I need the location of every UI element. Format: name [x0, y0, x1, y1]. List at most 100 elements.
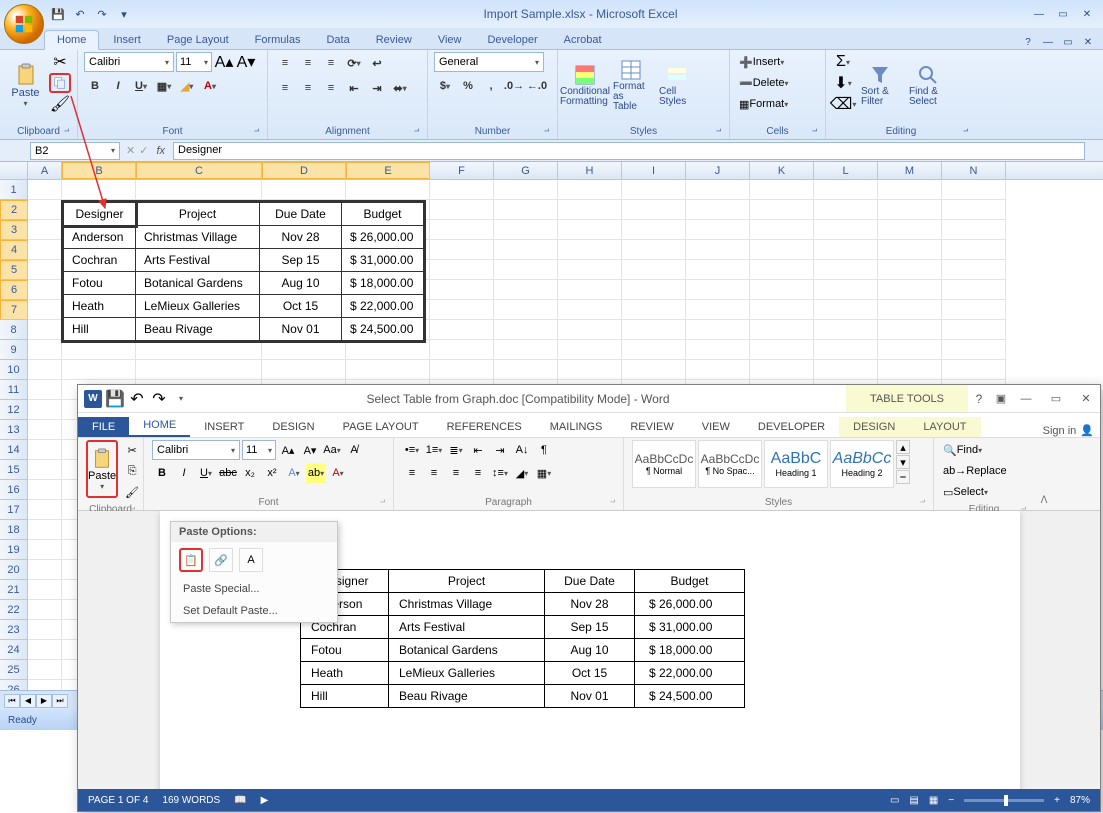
- cell[interactable]: [942, 320, 1006, 340]
- row-header[interactable]: 11: [0, 380, 28, 400]
- col-header[interactable]: A: [28, 162, 62, 179]
- align-bottom-icon[interactable]: ≡: [320, 52, 342, 74]
- sheet-prev-icon[interactable]: ◀: [20, 694, 36, 708]
- style-heading1[interactable]: AaBbCHeading 1: [764, 440, 828, 488]
- table-cell[interactable]: Sep 15: [545, 616, 635, 639]
- col-header[interactable]: L: [814, 162, 878, 179]
- view-web-icon[interactable]: ▦: [929, 795, 938, 806]
- table-cell[interactable]: Heath: [301, 662, 389, 685]
- tab-review[interactable]: REVIEW: [616, 417, 687, 437]
- word-app-icon[interactable]: W: [84, 390, 102, 408]
- cell-D2[interactable]: Due Date: [260, 203, 342, 226]
- cell[interactable]: $ 18,000.00: [342, 272, 424, 295]
- cell[interactable]: [558, 200, 622, 220]
- row-header[interactable]: 2: [0, 200, 28, 220]
- cell[interactable]: [814, 200, 878, 220]
- copy-icon[interactable]: [49, 73, 71, 93]
- cell[interactable]: [686, 300, 750, 320]
- row-header[interactable]: 13: [0, 420, 28, 440]
- col-header[interactable]: H: [558, 162, 622, 179]
- table-cell[interactable]: $ 31,000.00: [635, 616, 745, 639]
- cell[interactable]: Cochran: [64, 249, 136, 272]
- cell[interactable]: [942, 360, 1006, 380]
- cell[interactable]: [28, 560, 62, 580]
- cell[interactable]: [28, 480, 62, 500]
- cell[interactable]: [136, 360, 262, 380]
- tab-home[interactable]: HOME: [129, 415, 190, 437]
- multilevel-list-icon[interactable]: ≣▾: [446, 440, 466, 460]
- cell[interactable]: [878, 220, 942, 240]
- set-default-paste-item[interactable]: Set Default Paste...: [171, 600, 337, 622]
- cell[interactable]: [750, 260, 814, 280]
- indent-increase-icon[interactable]: ⇥: [366, 77, 388, 99]
- cell[interactable]: [494, 300, 558, 320]
- table-header[interactable]: Budget: [635, 570, 745, 593]
- cell[interactable]: [346, 360, 430, 380]
- cell-C2[interactable]: Project: [136, 203, 260, 226]
- cell[interactable]: [28, 600, 62, 620]
- cell[interactable]: [686, 220, 750, 240]
- cell[interactable]: [28, 440, 62, 460]
- grow-font-icon[interactable]: A▴: [278, 440, 298, 460]
- cell[interactable]: [942, 260, 1006, 280]
- cut-icon[interactable]: ✂: [49, 52, 71, 72]
- copy-icon[interactable]: ⎘: [122, 461, 142, 481]
- cell[interactable]: [558, 360, 622, 380]
- cell[interactable]: [28, 300, 62, 320]
- redo-icon[interactable]: ↷: [150, 390, 168, 408]
- currency-icon[interactable]: $▾: [434, 75, 456, 97]
- cell[interactable]: [686, 340, 750, 360]
- cell[interactable]: [750, 340, 814, 360]
- cell[interactable]: [878, 240, 942, 260]
- bold-button[interactable]: B: [84, 75, 106, 97]
- select-button[interactable]: ▭ Select ▾: [942, 482, 1032, 502]
- cell[interactable]: [28, 420, 62, 440]
- styles-more-icon[interactable]: ⎯: [896, 470, 910, 484]
- cell[interactable]: Sep 15: [260, 249, 342, 272]
- undo-icon[interactable]: ↶: [72, 6, 88, 22]
- enter-formula-icon[interactable]: ✓: [139, 144, 148, 157]
- tab-view[interactable]: View: [426, 31, 474, 49]
- help-icon[interactable]: ?: [1021, 35, 1035, 49]
- cell[interactable]: [558, 180, 622, 200]
- align-right-icon[interactable]: ≡: [446, 463, 466, 483]
- col-header[interactable]: K: [750, 162, 814, 179]
- cut-icon[interactable]: ✂: [122, 440, 142, 460]
- cell-styles-button[interactable]: Cell Styles: [656, 52, 698, 118]
- cell[interactable]: Christmas Village: [136, 226, 260, 249]
- conditional-formatting-button[interactable]: Conditional Formatting: [564, 52, 606, 118]
- cell[interactable]: [430, 340, 494, 360]
- cell[interactable]: [28, 220, 62, 240]
- row-header[interactable]: 1: [0, 180, 28, 200]
- cell[interactable]: Oct 15: [260, 295, 342, 318]
- word-count[interactable]: 169 WORDS: [162, 795, 220, 806]
- paste-button[interactable]: Paste▾: [86, 440, 118, 498]
- cell[interactable]: Hill: [64, 318, 136, 341]
- row-header[interactable]: 16: [0, 480, 28, 500]
- cell[interactable]: [62, 180, 136, 200]
- formula-bar[interactable]: Designer: [173, 142, 1085, 160]
- paste-special-item[interactable]: Paste Special...: [171, 578, 337, 600]
- tab-page-layout[interactable]: Page Layout: [155, 31, 241, 49]
- cell[interactable]: [622, 300, 686, 320]
- ribbon-options-icon[interactable]: ▣: [990, 392, 1012, 405]
- minimize-button[interactable]: —: [1012, 389, 1040, 409]
- cell[interactable]: [28, 180, 62, 200]
- cell[interactable]: [750, 180, 814, 200]
- table-header[interactable]: Due Date: [545, 570, 635, 593]
- cell[interactable]: [494, 340, 558, 360]
- table-cell[interactable]: $ 24,500.00: [635, 685, 745, 708]
- tab-developer[interactable]: DEVELOPER: [744, 417, 839, 437]
- autosum-icon[interactable]: Σ▾: [832, 52, 854, 72]
- cell[interactable]: [430, 180, 494, 200]
- cell[interactable]: [28, 340, 62, 360]
- fill-color-button[interactable]: ◢▾: [176, 75, 198, 97]
- office-button[interactable]: [4, 4, 44, 44]
- row-header[interactable]: 23: [0, 620, 28, 640]
- row-header[interactable]: 3: [0, 220, 28, 240]
- row-header[interactable]: 15: [0, 460, 28, 480]
- align-top-icon[interactable]: ≡: [274, 52, 296, 74]
- cell[interactable]: [622, 180, 686, 200]
- table-cell[interactable]: LeMieux Galleries: [389, 662, 545, 685]
- fx-icon[interactable]: fx: [156, 145, 165, 157]
